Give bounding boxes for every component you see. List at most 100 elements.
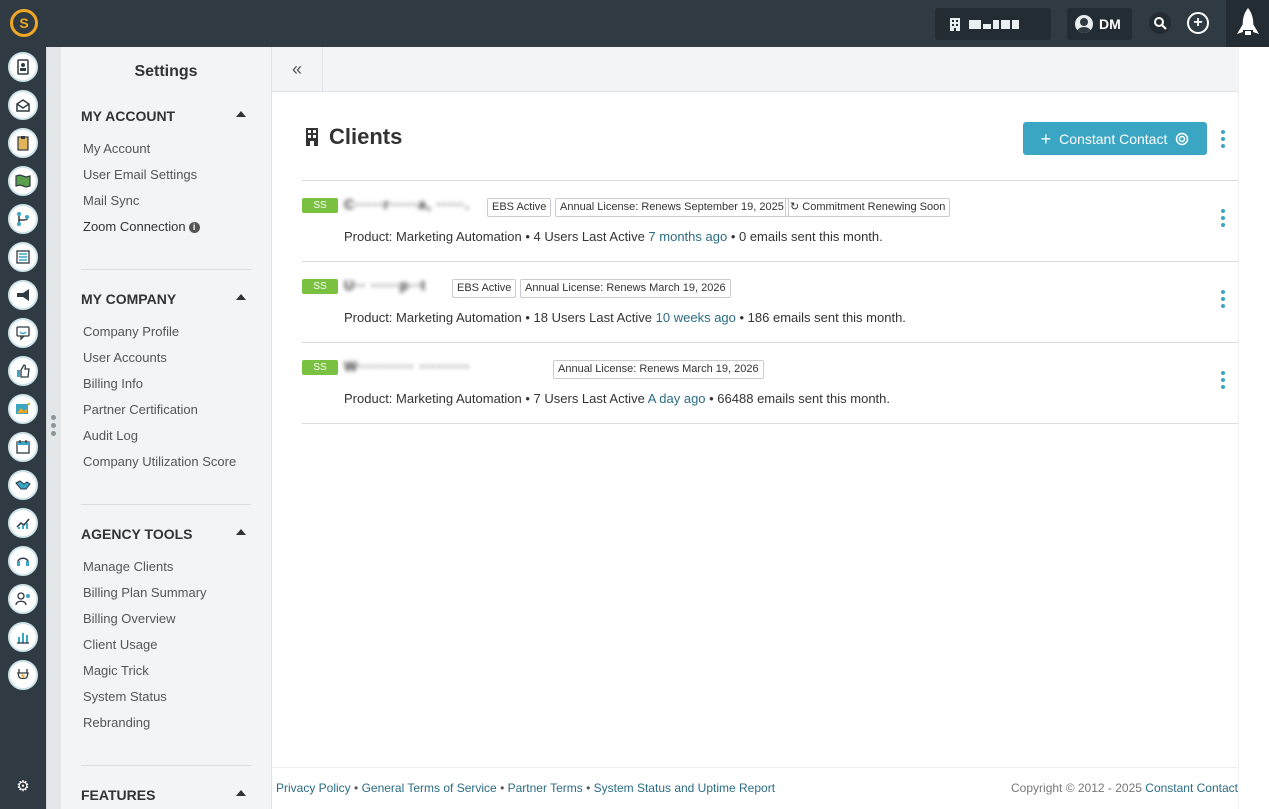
sidebar-item-rebranding[interactable]: Rebranding [83, 715, 150, 730]
email-icon[interactable] [8, 90, 38, 120]
last-active-link[interactable]: 10 weeks ago [656, 310, 736, 325]
client-name[interactable]: U·· ·····p··t [344, 277, 426, 293]
status-badge: SS [302, 279, 338, 294]
client-name[interactable]: W·········· ········· [344, 358, 471, 374]
list-icon[interactable] [8, 242, 38, 272]
sidebar-item-manage-clients[interactable]: Manage Clients [83, 559, 173, 574]
divider [81, 504, 251, 505]
sidebar-item-company-profile[interactable]: Company Profile [83, 324, 179, 339]
footer: Privacy Policy • General Terms of Servic… [272, 767, 1238, 809]
caret-up-icon[interactable] [236, 111, 246, 117]
sidebar-item-billing-plan-summary[interactable]: Billing Plan Summary [83, 585, 207, 600]
user-menu[interactable]: DM [1067, 8, 1132, 40]
client-options-menu-icon[interactable] [1220, 209, 1226, 227]
icon-rail: ⚙ [0, 47, 46, 809]
search-icon[interactable] [1149, 12, 1171, 34]
headset-icon[interactable] [8, 546, 38, 576]
last-active-link[interactable]: 7 months ago [648, 229, 727, 244]
partner-terms-link[interactable]: Partner Terms [508, 781, 583, 795]
handshake-icon[interactable] [8, 470, 38, 500]
plus-icon: + [1040, 128, 1052, 149]
sidebar-item-user-email-settings[interactable]: User Email Settings [83, 167, 197, 182]
right-gutter [1238, 47, 1269, 809]
clipboard-icon[interactable] [8, 128, 38, 158]
sidebar-item-client-usage[interactable]: Client Usage [83, 637, 157, 652]
tag-label: Commitment Renewing Soon [802, 201, 946, 213]
divider [81, 269, 251, 270]
constant-contact-link[interactable]: Constant Contact [1145, 781, 1238, 795]
client-options-menu-icon[interactable] [1220, 290, 1226, 308]
plus-icon[interactable]: + [1187, 12, 1209, 34]
last-active-link[interactable]: A day ago [648, 391, 706, 406]
copyright: Copyright © 2012 - 2025 Constant Contact [1011, 781, 1238, 795]
info-icon: i [188, 222, 200, 233]
map-icon[interactable] [8, 166, 38, 196]
terms-of-service-link[interactable]: General Terms of Service [362, 781, 497, 795]
calendar-icon[interactable] [8, 432, 38, 462]
caret-up-icon[interactable] [236, 529, 246, 535]
sidebar-item-billing-overview[interactable]: Billing Overview [83, 611, 175, 626]
detail-prefix: Product: Marketing Automation • 18 Users… [344, 310, 656, 325]
settings-title: Settings [134, 63, 198, 80]
building-icon [306, 128, 318, 146]
thumbs-up-icon[interactable] [8, 356, 38, 386]
license-tag: Annual License: Renews March 19, 2026 [520, 279, 731, 298]
license-tag: Annual License: Renews March 19, 2026 [553, 360, 764, 379]
client-name[interactable]: C·····r·····a, ·····. [344, 196, 470, 212]
user-initials: DM [1099, 16, 1121, 32]
client-row: SS W·········· ········· Annual License:… [302, 343, 1238, 423]
rocket-icon [1236, 7, 1259, 35]
client-detail: Product: Marketing Automation • 4 Users … [344, 229, 883, 244]
rail-resize-handle[interactable] [46, 47, 61, 809]
sidebar-item-billing-info[interactable]: Billing Info [83, 376, 143, 391]
section-features-heading[interactable]: FEATURES [81, 787, 251, 803]
refresh-icon: ↻ [790, 201, 803, 213]
gear-icon[interactable]: ⚙ [15, 779, 31, 795]
detail-prefix: Product: Marketing Automation • 4 Users … [344, 229, 649, 244]
sidebar-item-system-status[interactable]: System Status [83, 689, 167, 704]
collapse-sidebar-button[interactable]: « [272, 47, 323, 92]
rocket-button[interactable] [1226, 0, 1269, 47]
divider [81, 765, 251, 766]
sidebar-item-partner-certification[interactable]: Partner Certification [83, 402, 198, 417]
page-options-menu-icon[interactable] [1220, 130, 1226, 148]
sidebar-item-magic-trick[interactable]: Magic Trick [83, 663, 149, 678]
caret-up-icon[interactable] [236, 294, 246, 300]
privacy-policy-link[interactable]: Privacy Policy [276, 781, 351, 795]
sidebar-item-zoom-connection[interactable]: Zoom Connection i [83, 219, 200, 234]
user-star-icon[interactable] [8, 584, 38, 614]
copyright-text: Copyright © 2012 - 2025 [1011, 781, 1146, 795]
logo-icon[interactable]: S [10, 9, 38, 37]
detail-prefix: Product: Marketing Automation • 7 Users … [344, 391, 648, 406]
detail-suffix: • 66488 emails sent this month. [705, 391, 891, 406]
sidebar-item-mail-sync[interactable]: Mail Sync [83, 193, 139, 208]
client-options-menu-icon[interactable] [1220, 371, 1226, 389]
analytics-icon[interactable] [8, 508, 38, 538]
page-title: Clients [305, 124, 402, 150]
section-my-account-heading[interactable]: MY ACCOUNT [81, 108, 251, 124]
section-agency-tools-heading[interactable]: AGENCY TOOLS [81, 526, 251, 542]
sidebar-item-my-account[interactable]: My Account [83, 141, 150, 156]
sidebar-item-company-utilization-score[interactable]: Company Utilization Score [83, 454, 236, 469]
bar-chart-icon[interactable] [8, 622, 38, 652]
account-switcher[interactable] [935, 8, 1051, 40]
sidebar-item-audit-log[interactable]: Audit Log [83, 428, 138, 443]
constant-contact-logo-icon [1176, 132, 1189, 145]
workflow-icon[interactable] [8, 204, 38, 234]
client-detail: Product: Marketing Automation • 7 Users … [344, 391, 890, 406]
caret-up-icon[interactable] [236, 790, 246, 796]
megaphone-icon[interactable] [8, 280, 38, 310]
image-icon[interactable] [8, 394, 38, 424]
contacts-icon[interactable] [8, 52, 38, 82]
chat-icon[interactable] [8, 318, 38, 348]
settings-sidebar: Settings MY ACCOUNT My Account User Emai… [61, 47, 272, 809]
detail-suffix: • 186 emails sent this month. [735, 310, 906, 325]
system-status-link[interactable]: System Status and Uptime Report [594, 781, 775, 795]
status-badge: SS [302, 360, 338, 375]
sidebar-item-user-accounts[interactable]: User Accounts [83, 350, 167, 365]
client-row: SS C·····r·····a, ·····. EBS Active Annu… [302, 181, 1238, 261]
commitment-tag: ↻ Commitment Renewing Soon [785, 198, 951, 217]
plug-icon[interactable] [8, 660, 38, 690]
add-constant-contact-button[interactable]: + Constant Contact [1023, 122, 1207, 155]
section-my-company-heading[interactable]: MY COMPANY [81, 291, 251, 307]
